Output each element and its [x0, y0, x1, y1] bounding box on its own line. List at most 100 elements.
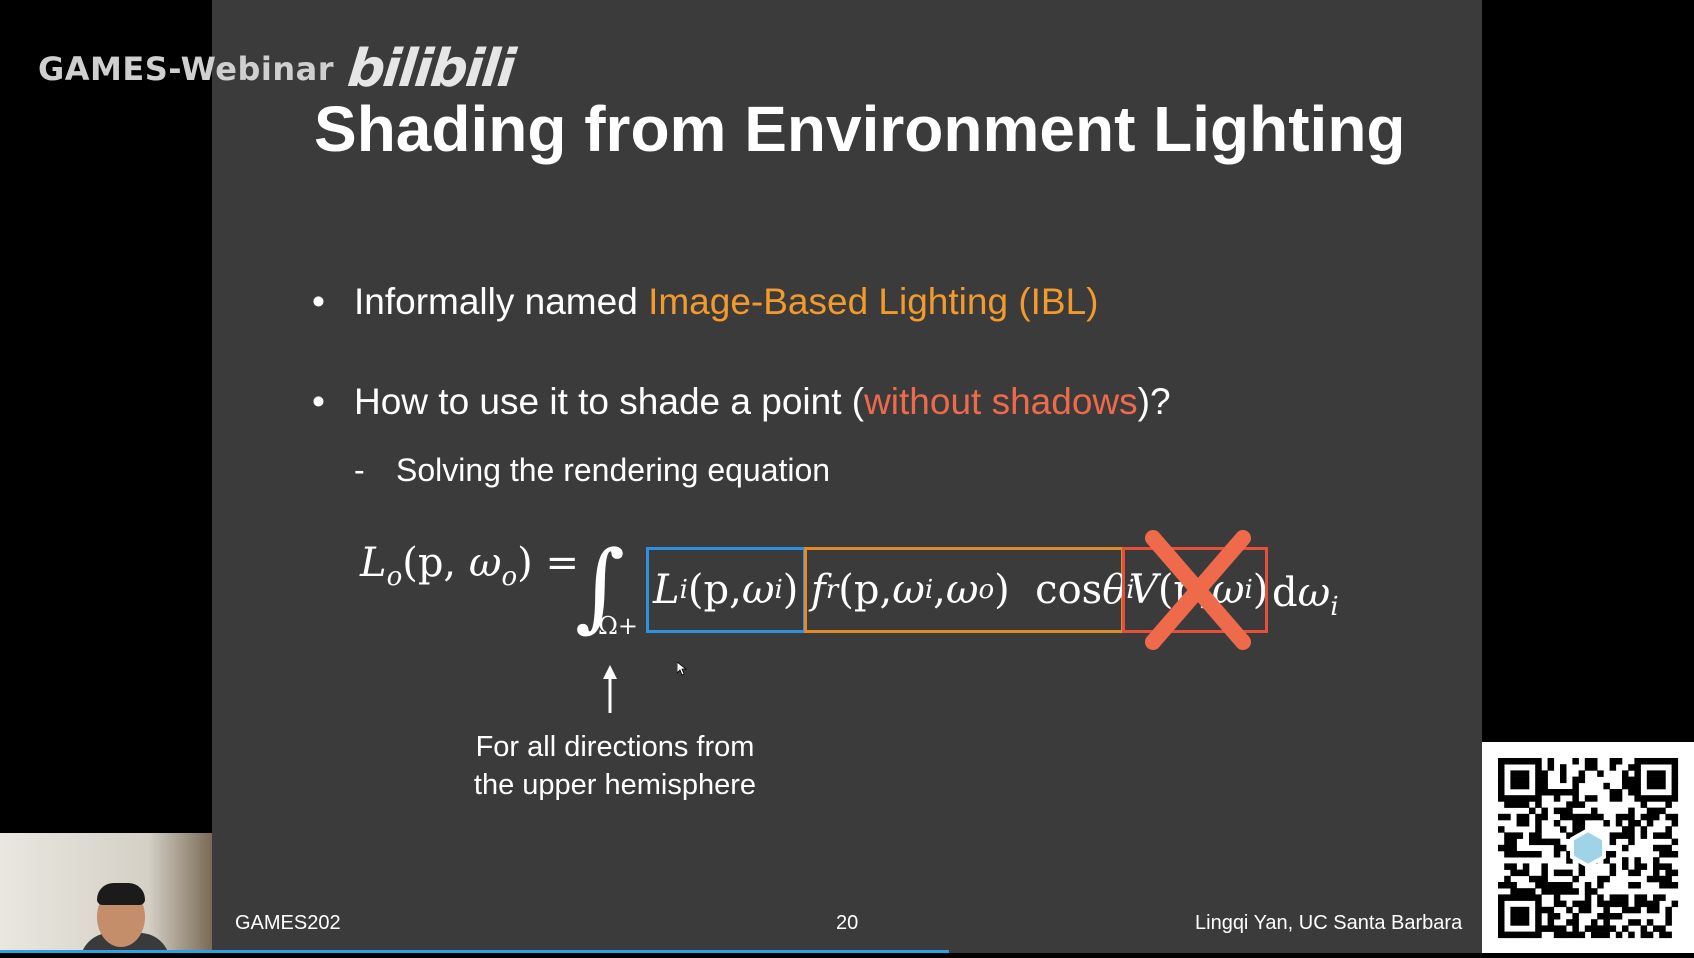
qr-module — [1566, 906, 1573, 914]
qr-module — [1504, 758, 1511, 765]
qr-module — [1553, 888, 1561, 895]
qr-module — [1510, 770, 1517, 777]
qr-module — [1535, 764, 1542, 771]
qr-module — [1628, 764, 1635, 771]
qr-module — [1634, 869, 1641, 877]
qr-module — [1659, 770, 1666, 777]
qr-module — [1659, 894, 1666, 901]
qr-module — [1510, 863, 1517, 870]
qr-module — [1572, 925, 1579, 932]
qr-module — [1603, 875, 1610, 883]
qr-module — [1591, 888, 1598, 895]
qr-module — [1671, 820, 1679, 827]
bullet-1: • Informally named Image-Based Lighting (… — [312, 281, 1099, 323]
qr-module — [1522, 776, 1530, 784]
qr-module — [1584, 795, 1592, 802]
qr-module — [1510, 776, 1517, 784]
qr-module — [1646, 906, 1654, 914]
qr-module — [1653, 900, 1660, 908]
qr-module — [1510, 869, 1517, 877]
qr-module — [1547, 838, 1555, 846]
qr-module — [1622, 894, 1629, 901]
qr-module — [1640, 801, 1648, 808]
qr-module — [1622, 844, 1629, 852]
qr-module — [1516, 931, 1524, 939]
equation-lhs: Lo(p, ωo) = — [360, 540, 579, 592]
qr-module — [1516, 832, 1524, 839]
qr-module — [1640, 832, 1648, 839]
qr-module — [1535, 832, 1542, 839]
qr-module — [1529, 832, 1536, 839]
qr-module — [1498, 882, 1505, 889]
qr-module — [1640, 900, 1648, 908]
qr-module — [1584, 925, 1592, 932]
qr-module — [1510, 851, 1517, 858]
qr-module — [1640, 925, 1648, 932]
qr-module — [1609, 838, 1617, 846]
qr-module — [1653, 906, 1660, 914]
qr-module — [1628, 776, 1635, 784]
qr-module — [1522, 888, 1530, 895]
qr-module — [1535, 801, 1542, 808]
qr-module — [1665, 844, 1672, 852]
qr-module — [1535, 795, 1542, 802]
qr-module — [1522, 801, 1530, 808]
qr-module — [1622, 900, 1629, 908]
qr-module — [1510, 906, 1517, 914]
qr-module — [1498, 931, 1505, 939]
qr-module — [1665, 801, 1672, 808]
qr-module — [1572, 782, 1579, 790]
qr-module — [1591, 813, 1598, 821]
qr-module — [1665, 882, 1672, 889]
qr-module — [1671, 851, 1679, 858]
qr-module — [1498, 826, 1505, 833]
qr-module — [1560, 770, 1567, 777]
qr-module — [1628, 882, 1635, 889]
qr-module — [1522, 863, 1530, 870]
qr-module — [1572, 919, 1579, 926]
qr-module — [1529, 795, 1536, 802]
qr-module — [1665, 795, 1672, 802]
qr-module — [1659, 882, 1666, 889]
qr-module — [1547, 888, 1555, 895]
qr-module — [1628, 869, 1635, 877]
qr-module — [1498, 770, 1505, 777]
qr-module — [1541, 838, 1548, 846]
qr-module — [1609, 894, 1617, 901]
bullet-dot: • — [312, 381, 325, 422]
qr-module — [1510, 801, 1517, 808]
qr-module — [1578, 770, 1586, 777]
qr-module — [1653, 875, 1660, 883]
qr-module — [1646, 807, 1654, 815]
qr-module — [1578, 900, 1586, 908]
bilibili-logo: bilibili — [344, 39, 517, 99]
qr-module — [1659, 776, 1666, 784]
qr-module — [1553, 844, 1561, 852]
qr-module — [1646, 931, 1654, 939]
qr-module — [1646, 770, 1654, 777]
footer-course: GAMES202 — [235, 912, 341, 934]
qr-module — [1566, 869, 1573, 877]
qr-module — [1591, 919, 1598, 926]
differential-solid-angle: dωi — [1272, 570, 1339, 622]
qr-module — [1572, 913, 1579, 920]
qr-module — [1628, 919, 1635, 926]
qr-module — [1572, 931, 1579, 939]
qr-module — [1665, 832, 1672, 839]
qr-module — [1653, 844, 1660, 852]
qr-module — [1665, 863, 1672, 870]
qr-module — [1578, 906, 1586, 914]
qr-module — [1659, 844, 1666, 852]
qr-module — [1622, 857, 1629, 864]
qr-module — [1634, 776, 1641, 784]
qr-module — [1653, 770, 1660, 777]
qr-module — [1597, 925, 1604, 932]
qr-module — [1634, 764, 1641, 771]
qr-module — [1504, 894, 1511, 901]
qr-module — [1628, 807, 1635, 815]
qr-module — [1584, 758, 1592, 765]
qr-module — [1510, 882, 1517, 889]
qr-module — [1640, 894, 1648, 901]
qr-module — [1547, 913, 1555, 920]
qr-module — [1653, 925, 1660, 932]
